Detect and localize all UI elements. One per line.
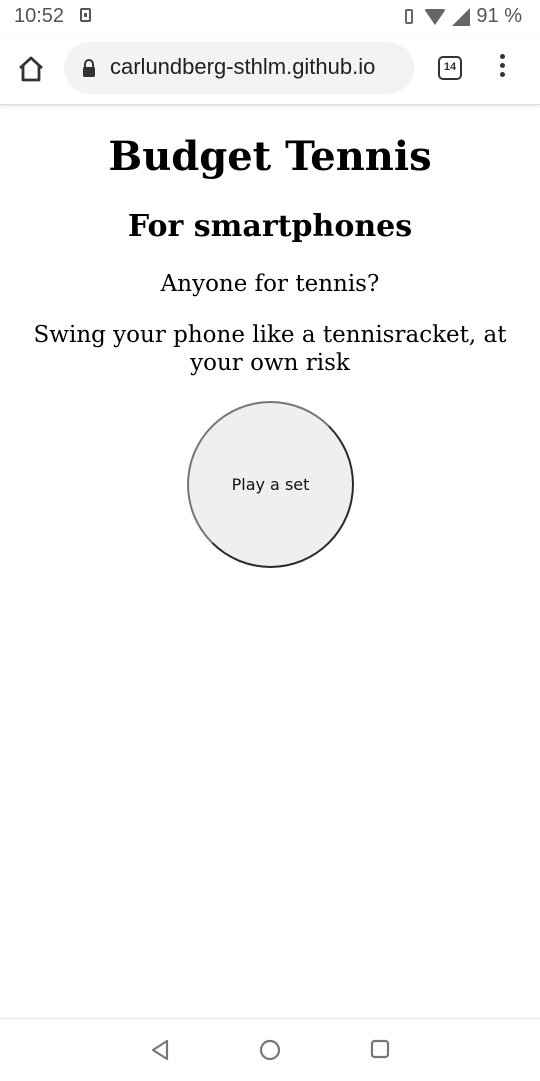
status-time: 10:52	[14, 5, 65, 27]
overflow-menu-button[interactable]	[494, 54, 510, 82]
menu-dot-icon	[499, 54, 505, 59]
system-navigation-bar	[0, 1018, 540, 1081]
home-circle-icon[interactable]	[259, 1039, 281, 1061]
wifi-icon	[424, 8, 447, 25]
home-button[interactable]	[14, 52, 48, 86]
play-a-set-button[interactable]: Play a set	[187, 401, 354, 568]
vibrate-icon	[400, 8, 418, 26]
back-icon[interactable]	[148, 1038, 172, 1062]
notification-icon	[80, 8, 91, 22]
tab-switcher-button[interactable]: 14	[438, 56, 462, 80]
recents-icon[interactable]	[370, 1039, 390, 1059]
page-subtitle: For smartphones	[127, 209, 413, 244]
address-bar[interactable]: carlundberg-sthlm.github.io	[64, 42, 414, 94]
menu-dot-icon	[499, 72, 505, 77]
page-title: Budget Tennis	[108, 133, 432, 180]
status-indicators: 91 %	[400, 5, 522, 28]
home-icon	[19, 56, 43, 82]
lock-icon	[83, 59, 95, 77]
signal-icon	[452, 7, 471, 26]
battery-level: 91 %	[476, 5, 522, 27]
instructions-text: Swing your phone like a tennisracket, at…	[33, 322, 507, 376]
browser-toolbar: carlundberg-sthlm.github.io 14	[0, 34, 540, 105]
menu-dot-icon	[499, 63, 505, 68]
tagline: Anyone for tennis?	[160, 271, 380, 297]
status-bar: 10:52 91 %	[0, 0, 540, 34]
url-text: carlundberg-sthlm.github.io	[110, 54, 376, 79]
